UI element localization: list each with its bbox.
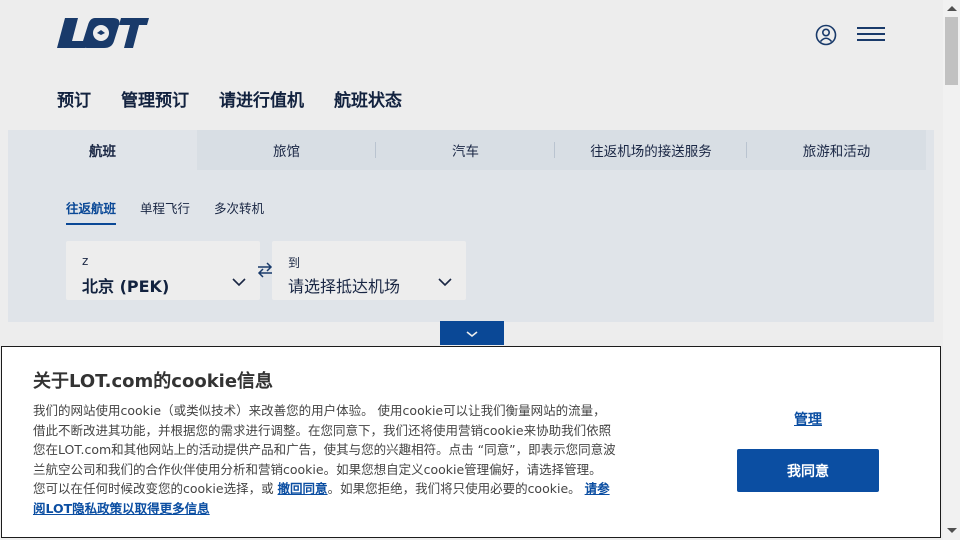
scroll-up-arrow-icon[interactable] <box>947 6 957 11</box>
cookie-title: 关于LOT.com的cookie信息 <box>33 371 274 392</box>
cookie-text-part2: 。如果您拒绝，我们将只使用必要的cookie。 <box>327 481 585 497</box>
withdraw-consent-link[interactable]: 撤回同意 <box>278 481 328 496</box>
scroll-down-arrow-icon[interactable] <box>947 528 957 533</box>
cookie-text: 我们的网站使用cookie（或类似技术）来改善您的用户体验。 使用cookie可… <box>33 401 618 519</box>
agree-button[interactable]: 我同意 <box>737 449 879 492</box>
scrollbar[interactable] <box>943 0 960 540</box>
manage-cookies-button[interactable]: 管理 <box>737 409 879 429</box>
cookie-banner: 关于LOT.com的cookie信息 我们的网站使用cookie（或类似技术）来… <box>1 346 941 538</box>
scroll-thumb[interactable] <box>945 17 958 85</box>
